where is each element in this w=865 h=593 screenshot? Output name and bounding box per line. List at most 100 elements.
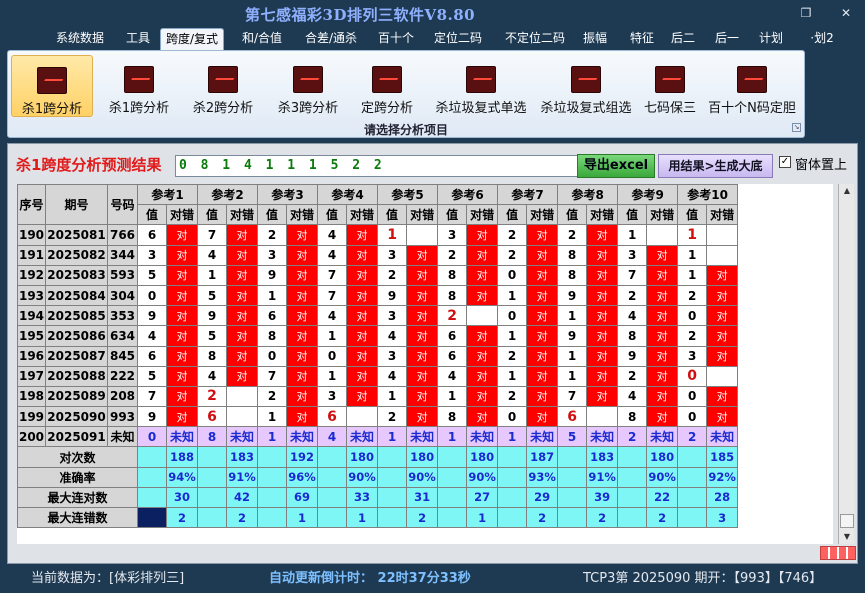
table-row[interactable]: 197 2025088 222 5 对 4 对 7 对 1 对 4 对 4 对 1 对 1 对 2 对 0 bbox=[17, 365, 739, 387]
table-row[interactable]: 192 2025083 593 5 对 1 对 9 对 7 对 2 对 8 对 0 对 8 对 7 对 1 对 bbox=[17, 264, 739, 286]
ref-value-cell: 0 bbox=[677, 365, 708, 387]
row-seq: 196 bbox=[17, 345, 46, 367]
result-field[interactable]: 0 8 1 4 1 1 1 5 2 2 bbox=[175, 155, 584, 177]
table-row[interactable]: 195 2025086 634 4 对 5 对 8 对 1 对 4 对 6 对 1 对 9 对 8 对 2 对 bbox=[17, 325, 739, 347]
ribbon-button[interactable]: 杀垃圾复式组选 bbox=[536, 55, 636, 117]
stat-value: 1 bbox=[346, 506, 379, 529]
menu-tab[interactable]: 振幅 bbox=[576, 28, 614, 50]
menu-tab[interactable]: 和/合值 bbox=[237, 28, 287, 50]
menu-tab[interactable]: 后二 bbox=[665, 28, 701, 50]
ribbon-button[interactable]: 杀1跨分析 bbox=[99, 55, 179, 117]
hit-cell: 对 bbox=[466, 406, 499, 428]
menu-tab[interactable]: 工具 bbox=[120, 28, 156, 50]
ribbon-button[interactable]: 杀垃圾复式单选 bbox=[429, 55, 533, 117]
vertical-scrollbar[interactable]: ▲ ▼ bbox=[838, 184, 854, 544]
table-row[interactable]: 198 2025089 208 7 对 2 2 对 3 对 1 对 1 对 2 对 7 对 4 对 0 对 bbox=[17, 385, 739, 408]
topmost-checkbox[interactable]: ✓ bbox=[779, 156, 791, 168]
ref-value-cell: 6 bbox=[437, 325, 468, 347]
ref-value-cell: 5 bbox=[137, 264, 167, 286]
hit-cell: 对 bbox=[526, 406, 559, 428]
hit-cell: 对 bbox=[706, 264, 739, 286]
miss-cell bbox=[226, 406, 259, 428]
menu-tab[interactable]: 不定位二码 bbox=[497, 28, 573, 50]
row-number: 304 bbox=[107, 284, 138, 307]
ribbon-button[interactable]: 七码保三 bbox=[639, 55, 701, 117]
table-row[interactable]: 196 2025087 845 6 对 8 对 0 对 0 对 3 对 6 对 2 对 1 对 9 对 3 对 bbox=[17, 345, 739, 367]
scroll-up-icon[interactable]: ▲ bbox=[839, 184, 855, 198]
pending-result-cell: 未知 bbox=[706, 426, 739, 448]
ribbon-button[interactable]: 定跨分析 bbox=[352, 55, 422, 117]
ref-value-cell: 4 bbox=[377, 365, 408, 387]
menu-tab[interactable]: 计划 bbox=[753, 28, 789, 50]
menu-tab[interactable]: 合差/通杀 bbox=[298, 28, 364, 50]
pending-value-cell: 1 bbox=[437, 426, 468, 448]
hit-cell: 对 bbox=[406, 264, 439, 286]
table-row[interactable]: 194 2025085 353 9 对 9 对 6 对 4 对 3 对 2 0 对 1 对 4 对 0 对 bbox=[17, 305, 739, 327]
export-excel-button[interactable]: 导出excel bbox=[577, 154, 655, 178]
stat-spacer bbox=[137, 486, 167, 509]
stat-spacer bbox=[437, 466, 468, 488]
hit-cell: 对 bbox=[286, 284, 319, 307]
pending-value-cell: 4 bbox=[317, 426, 348, 448]
app-title: 第七感福彩3D排列三软件V8.80 bbox=[245, 6, 476, 24]
ref-value-cell: 2 bbox=[377, 264, 408, 286]
row-period: 2025081 bbox=[45, 224, 108, 246]
hit-cell: 对 bbox=[646, 365, 679, 387]
hit-cell: 对 bbox=[706, 325, 739, 347]
table-row[interactable]: 193 2025084 304 0 对 5 对 1 对 7 对 9 对 8 对 1 对 9 对 2 对 2 对 bbox=[17, 284, 739, 307]
hit-cell: 对 bbox=[346, 365, 379, 387]
restore-icon[interactable]: ❐ bbox=[796, 5, 816, 21]
scroll-down-icon[interactable]: ▼ bbox=[839, 530, 855, 544]
col-header-number: 号码 bbox=[107, 184, 138, 226]
menu-tab[interactable]: 后一 bbox=[709, 28, 745, 50]
ref-value-cell: 6 bbox=[137, 345, 167, 367]
col-header-ref: 参考10 bbox=[677, 184, 739, 206]
pending-value-cell: 1 bbox=[377, 426, 408, 448]
row-number: 634 bbox=[107, 325, 138, 347]
generate-base-button[interactable]: 用结果>生成大底 bbox=[658, 154, 773, 178]
ribbon-button[interactable]: 百十个N码定胆 bbox=[705, 55, 799, 117]
close-icon[interactable]: ✕ bbox=[836, 5, 856, 21]
menu-tab[interactable]: 定位二码 bbox=[428, 28, 488, 50]
menu-tab[interactable]: 系统数据 bbox=[52, 28, 108, 50]
ref-value-cell: 7 bbox=[257, 365, 288, 387]
miss-cell bbox=[706, 224, 739, 246]
stat-spacer bbox=[257, 486, 288, 509]
hit-cell: 对 bbox=[226, 224, 259, 246]
ref-value-cell: 4 bbox=[317, 305, 348, 327]
row-number: 未知 bbox=[107, 426, 138, 448]
ribbon-button[interactable]: 杀3跨分析 bbox=[268, 55, 348, 117]
chart-icon bbox=[124, 66, 154, 93]
ref-value-cell: 0 bbox=[677, 406, 708, 428]
ribbon-button[interactable]: 杀1跨分析 bbox=[11, 55, 93, 117]
hit-cell: 对 bbox=[586, 224, 619, 246]
table-row[interactable]: 199 2025090 993 9 对 6 1 对 6 2 对 8 对 0 对 6 8 对 0 对 bbox=[17, 406, 739, 428]
hit-cell: 对 bbox=[706, 406, 739, 428]
stat-row: 对次数 188 183 192 180 180 180 187 183 180 185 bbox=[17, 446, 739, 468]
ref-value-cell: 4 bbox=[617, 385, 648, 408]
row-number: 766 bbox=[107, 224, 138, 246]
menu-tab[interactable]: ·划2 bbox=[808, 28, 836, 50]
ref-value-cell: 1 bbox=[617, 224, 648, 246]
ref-value-cell: 2 bbox=[497, 224, 528, 246]
stat-spacer bbox=[197, 466, 228, 488]
table-row[interactable]: 190 2025081 766 6 对 7 对 2 对 4 对 1 3 对 2 对 2 对 1 1 bbox=[17, 224, 739, 246]
hit-cell: 对 bbox=[346, 325, 379, 347]
pending-row[interactable]: 200 2025091 未知 0 未知 8 未知 1 未知 4 未知 1 未知 1 未知 1 未知 5 未知 2 未知 2… bbox=[17, 426, 739, 448]
col-header-value: 值 bbox=[437, 204, 468, 226]
ribbon-expand-icon[interactable]: ↘ bbox=[792, 123, 801, 132]
scroll-thumb[interactable] bbox=[840, 514, 854, 528]
stat-spacer bbox=[497, 506, 528, 529]
table-row[interactable]: 191 2025082 344 3 对 4 对 3 对 4 对 3 对 2 对 2 对 8 对 3 对 1 bbox=[17, 244, 739, 266]
ribbon-button-label: 杀2跨分析 bbox=[192, 101, 254, 116]
menu-tab[interactable]: 特征 bbox=[622, 28, 662, 50]
ribbon-button[interactable]: 杀2跨分析 bbox=[183, 55, 263, 117]
menu-tab[interactable]: 跨度/复式 bbox=[160, 28, 224, 52]
menu-tab[interactable]: 百十个 bbox=[372, 28, 420, 50]
ref-value-cell: 5 bbox=[197, 284, 228, 307]
ref-value-cell: 6 bbox=[317, 406, 348, 428]
stat-spacer bbox=[317, 506, 348, 529]
col-header-period: 期号 bbox=[45, 184, 108, 226]
hit-cell: 对 bbox=[646, 264, 679, 286]
hit-cell: 对 bbox=[706, 284, 739, 307]
